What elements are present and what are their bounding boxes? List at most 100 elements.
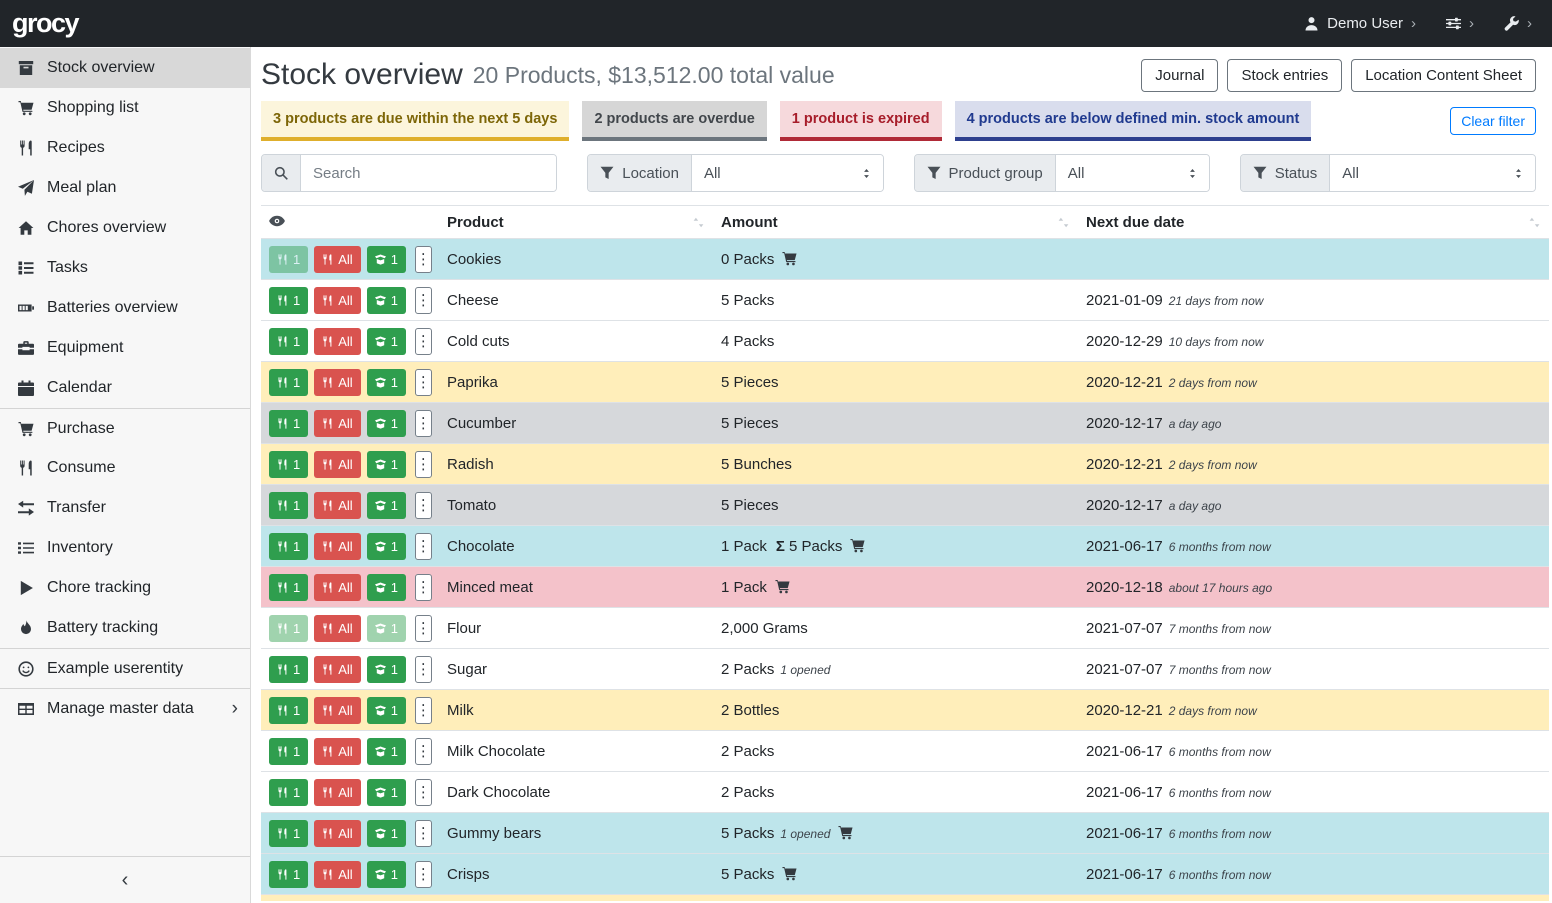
- open-one-button[interactable]: 1: [367, 369, 406, 396]
- consume-all-button[interactable]: All: [314, 697, 360, 724]
- consume-all-button[interactable]: All: [314, 246, 360, 273]
- sidebar-item-consume[interactable]: Consume: [0, 448, 250, 488]
- sidebar-item-transfer[interactable]: Transfer: [0, 488, 250, 528]
- settings-menu[interactable]: ›: [1446, 15, 1474, 32]
- clear-filter-button[interactable]: Clear filter: [1450, 107, 1536, 135]
- row-menu-button[interactable]: ⋮: [415, 492, 432, 519]
- stock-entries-button[interactable]: Stock entries: [1227, 59, 1342, 92]
- location-select[interactable]: All: [692, 155, 883, 191]
- consume-one-button[interactable]: 1: [269, 246, 308, 273]
- consume-all-button[interactable]: All: [314, 779, 360, 806]
- consume-one-button[interactable]: 1: [269, 369, 308, 396]
- open-one-button[interactable]: 1: [367, 246, 406, 273]
- open-one-button[interactable]: 1: [367, 656, 406, 683]
- journal-button[interactable]: Journal: [1141, 59, 1218, 92]
- open-one-button[interactable]: 1: [367, 738, 406, 765]
- row-menu-button[interactable]: ⋮: [415, 615, 432, 642]
- row-menu-button[interactable]: ⋮: [415, 410, 432, 437]
- row-menu-button[interactable]: ⋮: [415, 533, 432, 560]
- row-menu-button[interactable]: ⋮: [415, 697, 432, 724]
- app-logo[interactable]: grocy: [12, 8, 78, 39]
- row-menu-button[interactable]: ⋮: [415, 328, 432, 355]
- consume-one-button[interactable]: 1: [269, 533, 308, 560]
- consume-all-button[interactable]: All: [314, 656, 360, 683]
- sidebar-item-chore-tracking[interactable]: Chore tracking: [0, 568, 250, 608]
- filter-banner-below-min[interactable]: 4 products are below defined min. stock …: [955, 101, 1312, 141]
- consume-one-button[interactable]: 1: [269, 574, 308, 601]
- open-one-button[interactable]: 1: [367, 533, 406, 560]
- consume-one-button[interactable]: 1: [269, 779, 308, 806]
- consume-all-button[interactable]: All: [314, 451, 360, 478]
- sidebar-item-example-userentity[interactable]: Example userentity: [0, 648, 250, 688]
- consume-one-button[interactable]: 1: [269, 615, 308, 642]
- row-menu-button[interactable]: ⋮: [415, 451, 432, 478]
- consume-all-button[interactable]: All: [314, 492, 360, 519]
- sidebar-item-battery-tracking[interactable]: Battery tracking: [0, 608, 250, 648]
- consume-all-button[interactable]: All: [314, 861, 360, 888]
- sidebar-item-shopping-list[interactable]: Shopping list: [0, 88, 250, 128]
- consume-one-button[interactable]: 1: [269, 656, 308, 683]
- sidebar-item-calendar[interactable]: Calendar: [0, 368, 250, 408]
- location-content-sheet-button[interactable]: Location Content Sheet: [1351, 59, 1536, 92]
- open-one-button[interactable]: 1: [367, 574, 406, 601]
- row-menu-button[interactable]: ⋮: [415, 246, 432, 273]
- amount-column-header[interactable]: Amount: [713, 206, 1078, 239]
- sidebar-item-chores-overview[interactable]: Chores overview: [0, 208, 250, 248]
- open-one-button[interactable]: 1: [367, 861, 406, 888]
- open-one-button[interactable]: 1: [367, 820, 406, 847]
- row-menu-button[interactable]: ⋮: [415, 738, 432, 765]
- consume-one-button[interactable]: 1: [269, 820, 308, 847]
- due-date-column-header[interactable]: Next due date: [1078, 206, 1549, 239]
- status-select[interactable]: All: [1330, 155, 1535, 191]
- row-menu-button[interactable]: ⋮: [415, 820, 432, 847]
- sidebar-item-stock-overview[interactable]: Stock overview: [0, 48, 250, 88]
- consume-all-button[interactable]: All: [314, 369, 360, 396]
- open-one-button[interactable]: 1: [367, 287, 406, 314]
- consume-all-button[interactable]: All: [314, 287, 360, 314]
- consume-one-button[interactable]: 1: [269, 410, 308, 437]
- product-column-header[interactable]: Product: [439, 206, 713, 239]
- sidebar-item-equipment[interactable]: Equipment: [0, 328, 250, 368]
- row-menu-button[interactable]: ⋮: [415, 861, 432, 888]
- open-one-button[interactable]: 1: [367, 328, 406, 355]
- consume-one-button[interactable]: 1: [269, 451, 308, 478]
- user-menu[interactable]: Demo User ›: [1304, 15, 1416, 32]
- consume-all-button[interactable]: All: [314, 615, 360, 642]
- sidebar-item-batteries-overview[interactable]: Batteries overview: [0, 288, 250, 328]
- row-menu-button[interactable]: ⋮: [415, 369, 432, 396]
- filter-banner-overdue[interactable]: 2 products are overdue: [582, 101, 766, 141]
- consume-one-button[interactable]: 1: [269, 738, 308, 765]
- open-one-button[interactable]: 1: [367, 697, 406, 724]
- open-one-button[interactable]: 1: [367, 779, 406, 806]
- row-menu-button[interactable]: ⋮: [415, 574, 432, 601]
- consume-all-button[interactable]: All: [314, 410, 360, 437]
- product-group-select[interactable]: All: [1056, 155, 1209, 191]
- open-one-button[interactable]: 1: [367, 451, 406, 478]
- consume-one-button[interactable]: 1: [269, 328, 308, 355]
- consume-all-button[interactable]: All: [314, 533, 360, 560]
- consume-all-button[interactable]: All: [314, 738, 360, 765]
- open-one-button[interactable]: 1: [367, 615, 406, 642]
- search-input[interactable]: [301, 155, 556, 191]
- open-one-button[interactable]: 1: [367, 492, 406, 519]
- filter-banner-expired[interactable]: 1 product is expired: [780, 101, 942, 141]
- sidebar-item-manage-master-data[interactable]: Manage master data ›: [0, 688, 250, 728]
- row-menu-button[interactable]: ⋮: [415, 779, 432, 806]
- consume-all-button[interactable]: All: [314, 820, 360, 847]
- consume-all-button[interactable]: All: [314, 574, 360, 601]
- filter-banner-due[interactable]: 3 products are due within the next 5 day…: [261, 101, 569, 141]
- consume-all-button[interactable]: All: [314, 328, 360, 355]
- sidebar-item-tasks[interactable]: Tasks: [0, 248, 250, 288]
- consume-one-button[interactable]: 1: [269, 492, 308, 519]
- row-menu-button[interactable]: ⋮: [415, 287, 432, 314]
- consume-one-button[interactable]: 1: [269, 861, 308, 888]
- column-visibility-header[interactable]: [261, 206, 439, 239]
- sidebar-item-purchase[interactable]: Purchase: [0, 408, 250, 448]
- admin-menu[interactable]: ›: [1504, 15, 1532, 32]
- consume-one-button[interactable]: 1: [269, 697, 308, 724]
- open-one-button[interactable]: 1: [367, 410, 406, 437]
- sidebar-collapse-button[interactable]: ‹: [0, 856, 250, 903]
- sidebar-item-inventory[interactable]: Inventory: [0, 528, 250, 568]
- row-menu-button[interactable]: ⋮: [415, 656, 432, 683]
- sidebar-item-meal-plan[interactable]: Meal plan: [0, 168, 250, 208]
